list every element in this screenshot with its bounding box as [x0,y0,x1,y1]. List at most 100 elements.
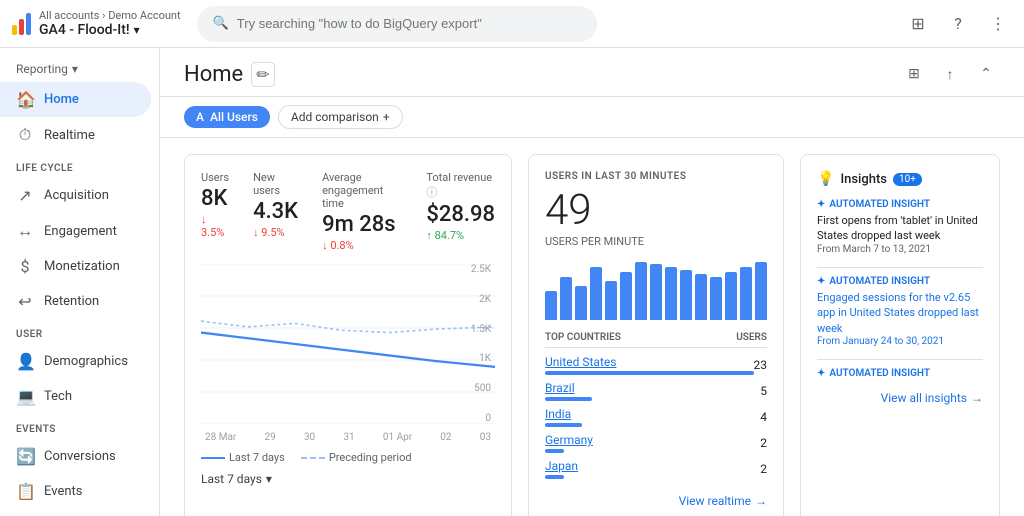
sidebar: Reporting ▾ 🏠 Home ⏱ Realtime LIFE CYCLE… [0,48,160,516]
sidebar-item-label: Demographics [44,354,128,369]
realtime-card: USERS IN LAST 30 MINUTES 49 USERS PER MI… [528,154,784,516]
all-users-chip[interactable]: A All Users [184,106,270,128]
sidebar-item-label: Monetization [44,259,120,274]
metrics-chart-card: Users 8K ↓ 3.5% New users 4.3K ↓ 9.5% Av… [184,154,512,516]
rt-country-row: United States 23 [545,352,767,378]
insight-item: ✦ AUTOMATED INSIGHT [817,368,983,379]
insight-item: ✦ AUTOMATED INSIGHT First opens from 'ta… [817,199,983,255]
sidebar-item-label: Retention [44,294,99,309]
sidebar-item-acquisition[interactable]: ↗ Acquisition [0,178,151,213]
insight-item: ✦ AUTOMATED INSIGHT Engaged sessions for… [817,276,983,347]
rt-country-row: Germany 2 [545,430,767,456]
realtime-bar [620,272,632,320]
realtime-bar [725,272,737,320]
search-icon: 🔍 [213,16,229,31]
realtime-bar [665,267,677,320]
realtime-bar [590,267,602,320]
realtime-bars [545,260,767,320]
date-range-button[interactable]: Last 7 days ▾ [201,472,495,486]
realtime-icon: ⏱ [16,125,34,145]
metric-revenue: Total revenue ⓘ $28.98 ↑ 84.7% [426,171,495,252]
sidebar-item-tech[interactable]: 💻 Tech [0,379,151,414]
page-title: Home ✏ [184,62,275,87]
conversions-icon: 🔄 [16,447,34,466]
metric-engagement: Average engagement time 9m 28s ↓ 0.8% [322,171,402,252]
sidebar-item-events[interactable]: 📋 Events [0,474,151,509]
add-comparison-button[interactable]: Add comparison + [278,105,403,129]
arrow-right-icon: → [755,494,767,508]
user-icon: A [196,110,204,124]
analytics-logo [12,13,31,35]
filter-bar: A All Users Add comparison + [160,97,1024,138]
chart-y-labels: 2.5K2K1.5K1K5000 [467,264,495,424]
country-link[interactable]: India [545,407,571,421]
sidebar-item-home[interactable]: 🏠 Home [0,82,151,117]
realtime-bar [635,262,647,320]
tech-icon: 💻 [16,387,34,406]
dashboard-top-row: Users 8K ↓ 3.5% New users 4.3K ↓ 9.5% Av… [184,154,1000,516]
sidebar-item-demographics[interactable]: 👤 Demographics [0,344,151,379]
chevron-down-icon: ▾ [72,62,78,76]
line-chart: 2.5K2K1.5K1K5000 [201,264,495,424]
sidebar-item-label: Conversions [44,449,116,464]
country-link[interactable]: Brazil [545,381,575,395]
edit-icon[interactable]: ✏ [251,62,274,87]
rt-country-row: Japan 2 [545,456,767,482]
realtime-bar [545,291,557,320]
country-link[interactable]: Germany [545,433,593,447]
realtime-bar [755,262,767,320]
sidebar-item-engagement[interactable]: ↔ Engagement [0,213,151,249]
rt-table-header: TOP COUNTRIES USERS [545,332,767,348]
country-link[interactable]: United States [545,355,616,369]
country-link[interactable]: Japan [545,459,578,473]
reporting-label: Reporting [16,62,68,76]
sidebar-item-realtime[interactable]: ⏱ Realtime [0,117,151,153]
view-all-insights-link[interactable]: View all insights → [817,391,983,405]
insights-card: 💡 Insights 10+ ✦ AUTOMATED INSIGHT First… [800,154,1000,516]
engagement-icon: ↔ [16,221,34,241]
property-title[interactable]: GA4 - Flood-It! ▾ [39,22,181,38]
sidebar-item-label: Events [44,484,82,499]
insight-divider [817,359,983,360]
help-icon[interactable]: ? [944,10,972,38]
header-actions: ⊞ ↑ ⌃ [900,60,1000,88]
realtime-bar [605,281,617,320]
sidebar-item-monetization[interactable]: $ Monetization [0,249,151,284]
section-lifecycle: LIFE CYCLE [0,153,159,178]
lightbulb-icon: 💡 [817,171,834,187]
country-users: 23 [754,358,768,372]
legend-last7: Last 7 days [201,451,285,464]
retention-icon: ↩ [16,292,34,311]
view-realtime-link[interactable]: View realtime → [545,494,767,508]
country-users: 5 [760,384,767,398]
share-icon[interactable]: ↑ [936,60,964,88]
insight-divider [817,267,983,268]
customize-icon[interactable]: ⊞ [900,60,928,88]
section-explore: EXPLORE [0,509,159,516]
search-bar[interactable]: 🔍 [197,6,597,42]
metric-new-users: New users 4.3K ↓ 9.5% [253,171,298,252]
sidebar-item-label: Home [44,92,79,107]
chart-x-labels: 28 Mar29303101 Apr0203 [201,432,495,443]
realtime-bar [680,270,692,320]
country-users: 2 [760,436,767,450]
breadcrumb: All accounts › Demo Account [39,9,181,22]
events-icon: 📋 [16,482,34,501]
more-icon[interactable]: ⋮ [984,10,1012,38]
home-icon: 🏠 [16,90,34,109]
demographics-icon: 👤 [16,352,34,371]
sidebar-item-retention[interactable]: ↩ Retention [0,284,151,319]
top-bar-left: All accounts › Demo Account GA4 - Flood-… [12,9,181,38]
sidebar-item-label: Acquisition [44,188,109,203]
rt-countries-list: United States 23 Brazil 5 India 4 German… [545,352,767,482]
account-info: All accounts › Demo Account GA4 - Flood-… [39,9,181,38]
search-input[interactable] [237,16,581,31]
sidebar-item-conversions[interactable]: 🔄 Conversions [0,439,151,474]
spark-icon: ✦ [817,368,825,379]
reporting-toggle[interactable]: Reporting ▾ [0,56,159,82]
main-content: Home ✏ ⊞ ↑ ⌃ A All Users Add comparison … [160,48,1024,516]
country-users: 4 [760,410,767,424]
collapse-icon[interactable]: ⌃ [972,60,1000,88]
grid-icon[interactable]: ⊞ [904,10,932,38]
section-events: EVENTS [0,414,159,439]
